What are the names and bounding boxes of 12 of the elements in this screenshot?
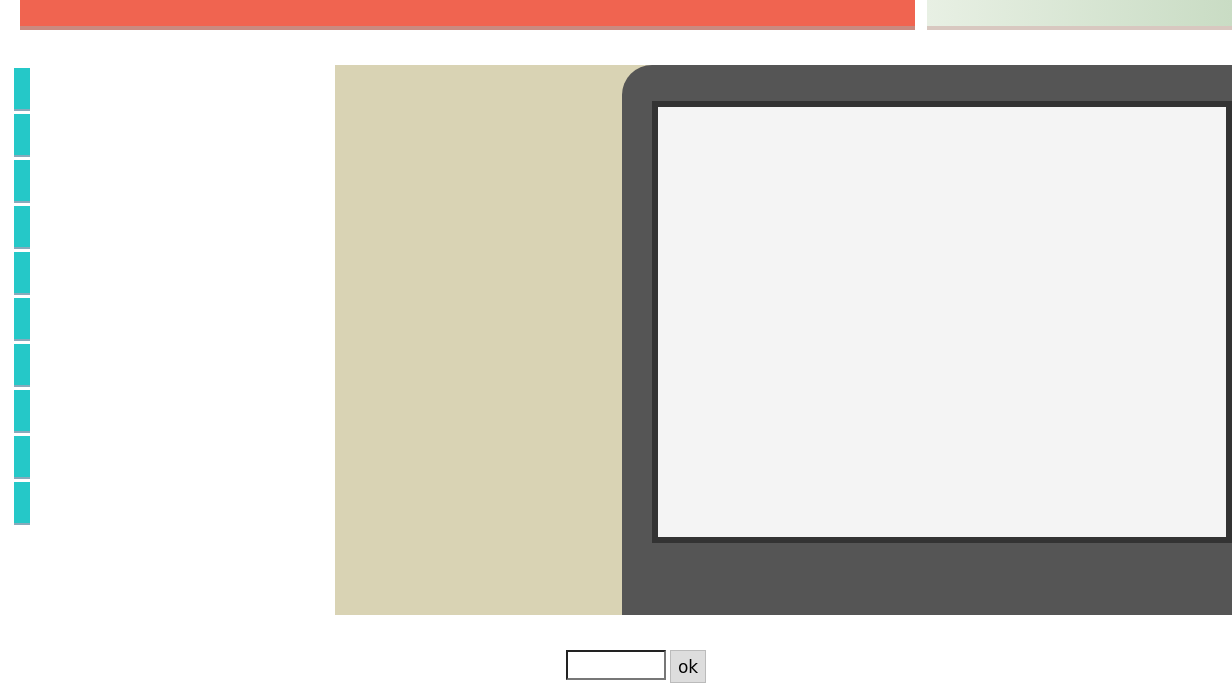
- nav-tab[interactable]: [14, 344, 30, 387]
- nav-tab[interactable]: [14, 482, 30, 525]
- nav-tab[interactable]: [14, 298, 30, 341]
- nav-tab[interactable]: [14, 160, 30, 203]
- nav-tab[interactable]: [14, 114, 30, 157]
- input-field[interactable]: [565, 650, 666, 680]
- nav-tab[interactable]: [14, 68, 30, 111]
- nav-tab[interactable]: [14, 390, 30, 433]
- nav-tab[interactable]: [14, 252, 30, 295]
- ok-button[interactable]: ok: [669, 650, 707, 683]
- nav-tab[interactable]: [14, 206, 30, 249]
- nav-tab[interactable]: [14, 436, 30, 479]
